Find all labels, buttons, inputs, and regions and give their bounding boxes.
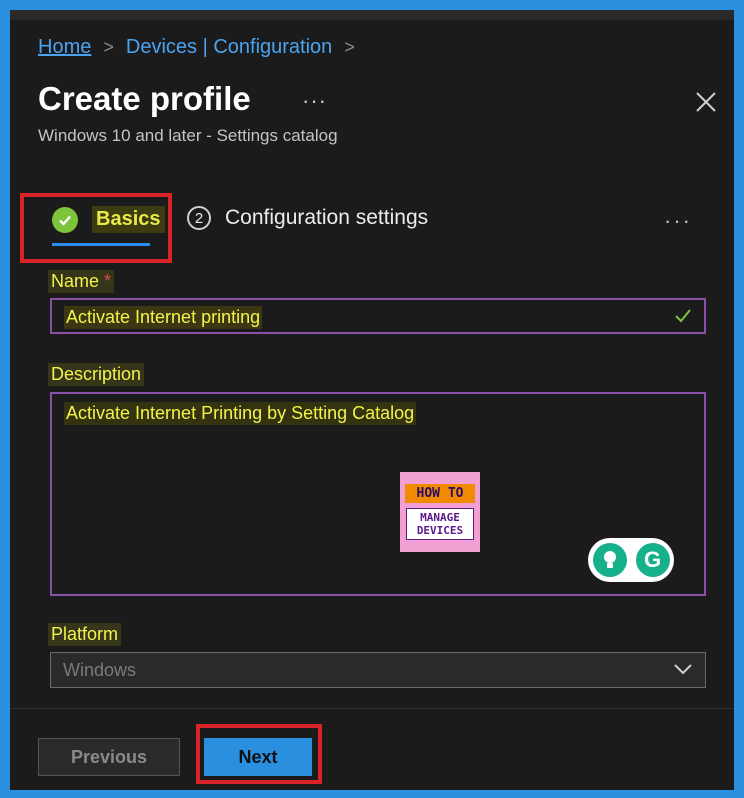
step-number-badge: 2 [187,206,211,230]
page-title: Create profile [38,80,251,117]
name-label-text: Name [51,271,100,291]
breadcrumb-separator: > [344,37,355,57]
page-subtitle: Windows 10 and later - Settings catalog [38,126,338,145]
required-mark: * [104,271,112,291]
name-label: Name * [48,270,115,293]
platform-select[interactable]: Windows [50,652,706,688]
annotation-highlight-next [196,724,322,784]
breadcrumb: Home > Devices | Configuration > [38,36,367,59]
tab-configuration-label: Configuration settings [225,206,429,229]
how-to-manage-devices-logo: HOW TO MANAGE DEVICES [400,472,480,552]
annotation-highlight-basics [20,193,172,263]
platform-value: Windows [63,660,137,680]
previous-button[interactable]: Previous [38,738,180,776]
description-label: Description [48,363,145,386]
logo-line3: DEVICES [416,524,464,537]
top-strip [10,10,734,20]
tabs-more-button[interactable]: ··· [664,208,692,234]
breadcrumb-separator: > [103,37,114,57]
valid-check-icon [674,308,692,329]
logo-line2: MANAGE [420,511,460,524]
lightbulb-icon[interactable] [592,543,627,577]
platform-label: Platform [48,623,122,646]
name-input[interactable]: Activate Internet printing [50,298,706,334]
chevron-down-icon [673,662,693,680]
more-options-button[interactable]: ··· [302,88,327,114]
grammarly-widget[interactable]: G [588,538,674,582]
footer-divider [10,708,734,709]
description-value: Activate Internet Printing by Setting Ca… [64,402,417,425]
grammarly-g-icon[interactable]: G [635,543,670,577]
close-icon[interactable] [694,90,718,114]
breadcrumb-home-link[interactable]: Home [38,36,91,59]
create-profile-panel: Home > Devices | Configuration > Create … [10,10,734,790]
tab-configuration-settings[interactable]: 2 Configuration settings [187,206,428,230]
logo-line1: HOW TO [405,484,475,503]
breadcrumb-devices-link[interactable]: Devices | Configuration [126,36,332,59]
logo-line2-3: MANAGE DEVICES [406,508,474,540]
name-value: Activate Internet printing [64,306,263,329]
